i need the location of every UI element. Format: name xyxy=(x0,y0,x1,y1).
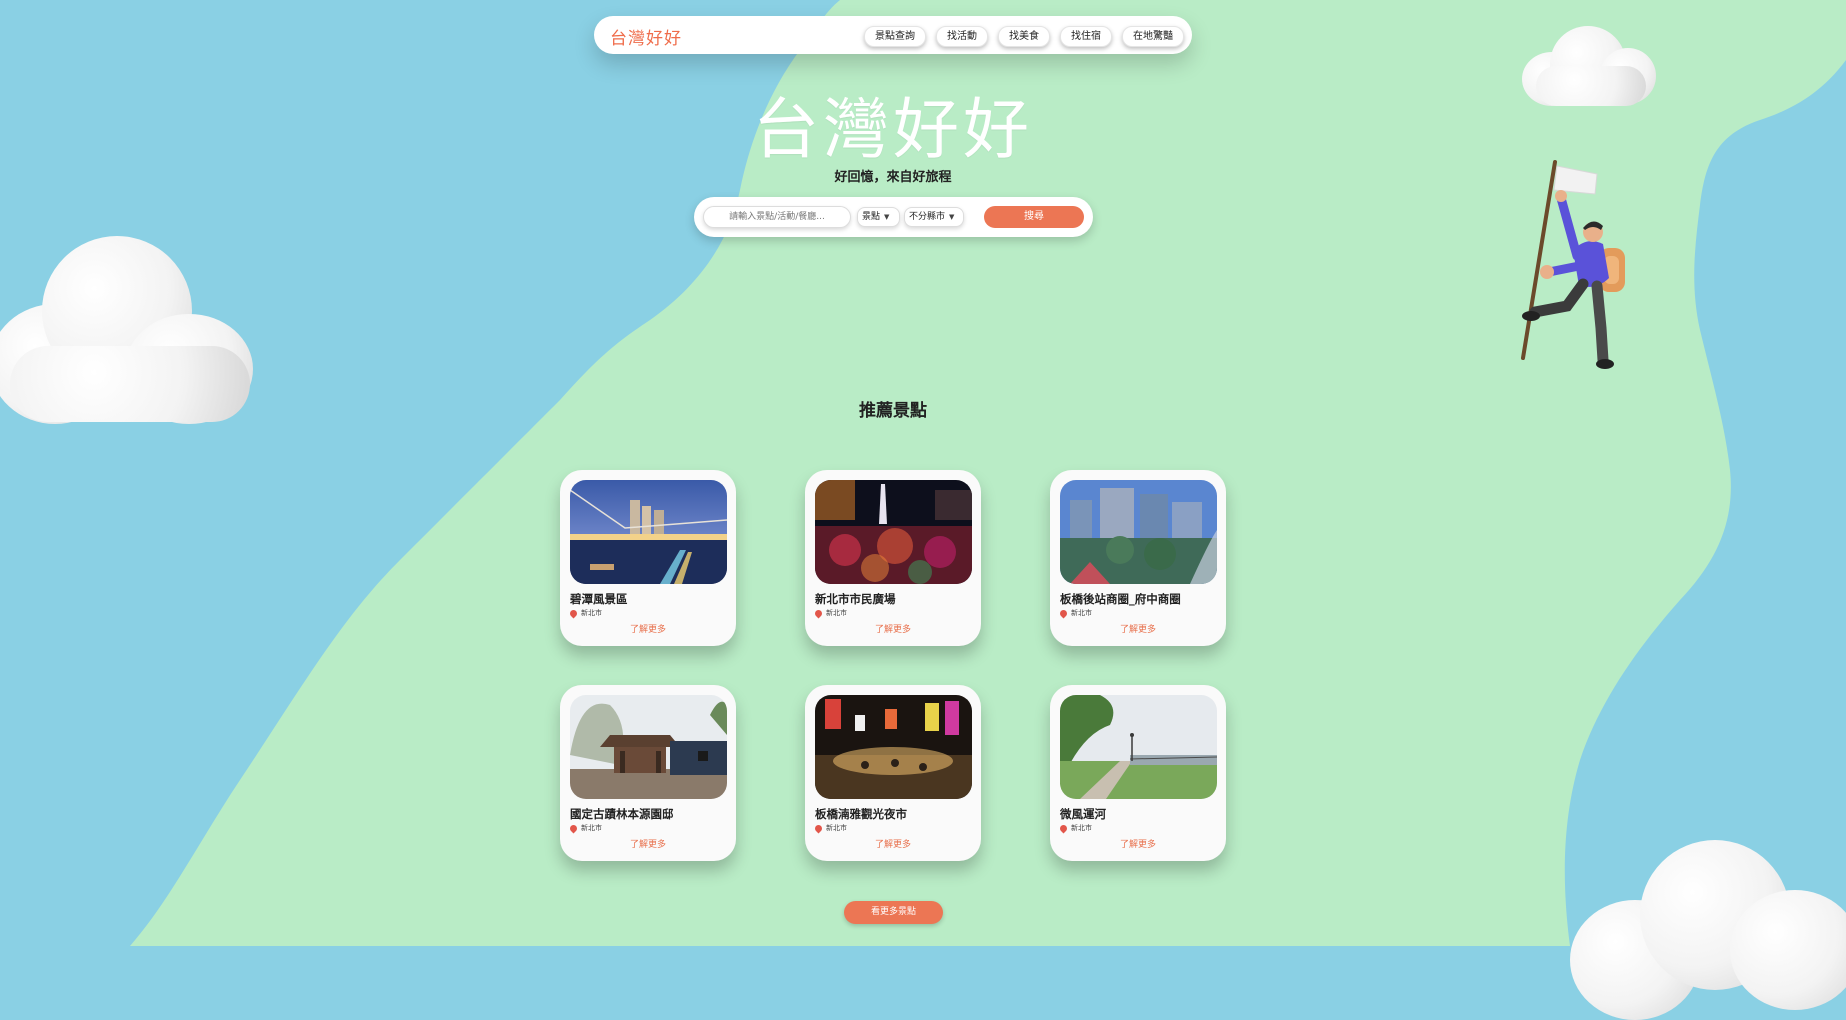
location-pin-icon xyxy=(1058,823,1069,833)
brand-logo[interactable]: 台灣好好 xyxy=(610,24,682,49)
nav-link-attractions[interactable]: 景點查詢 xyxy=(864,26,926,47)
attraction-city: 新北市 xyxy=(1071,824,1092,832)
attraction-name: 國定古蹟林本源園邸 xyxy=(570,807,674,821)
attraction-photo xyxy=(815,480,972,584)
attraction-name: 微風運河 xyxy=(1060,807,1106,821)
nav-link-activities[interactable]: 找活動 xyxy=(936,26,988,47)
attraction-city: 新北市 xyxy=(581,609,602,617)
attraction-location: 新北市 xyxy=(1058,608,1092,618)
category-select[interactable]: 景點 ▼ xyxy=(857,207,900,227)
attraction-photo xyxy=(1060,480,1217,584)
attraction-card[interactable]: 板橋後站商圈_府中商圈 新北市 了解更多 xyxy=(1050,470,1226,646)
attraction-location: 新北市 xyxy=(813,823,847,833)
location-pin-icon xyxy=(568,823,579,833)
nav-link-food[interactable]: 找美食 xyxy=(998,26,1050,47)
hero-subtitle: 好回憶，來自好旅程 xyxy=(834,170,952,185)
attraction-city: 新北市 xyxy=(826,824,847,832)
climber-with-flag-illustration xyxy=(1521,160,1625,369)
learn-more-link[interactable]: 了解更多 xyxy=(805,622,981,635)
attraction-location: 新北市 xyxy=(568,823,602,833)
attraction-location: 新北市 xyxy=(568,608,602,618)
top-navbar: 台灣好好 景點查詢 找活動 找美食 找住宿 在地驚豔 xyxy=(594,16,1192,54)
nav-link-lodging[interactable]: 找住宿 xyxy=(1060,26,1112,47)
learn-more-link[interactable]: 了解更多 xyxy=(560,837,736,850)
city-select-value: 不分縣市 xyxy=(909,212,946,222)
search-input[interactable] xyxy=(703,206,851,228)
location-pin-icon xyxy=(813,823,824,833)
learn-more-link[interactable]: 了解更多 xyxy=(560,622,736,635)
attraction-photo xyxy=(1060,695,1217,799)
location-pin-icon xyxy=(1058,608,1069,618)
attraction-card[interactable]: 新北市市民廣場 新北市 了解更多 xyxy=(805,470,981,646)
nav-links: 景點查詢 找活動 找美食 找住宿 在地驚豔 xyxy=(864,26,1184,47)
location-pin-icon xyxy=(813,608,824,618)
attraction-photo xyxy=(570,695,727,799)
learn-more-link[interactable]: 了解更多 xyxy=(805,837,981,850)
attraction-city: 新北市 xyxy=(826,609,847,617)
hero-title: 台灣好好 xyxy=(753,91,1033,168)
attraction-name: 碧潭風景區 xyxy=(570,592,628,606)
attraction-card[interactable]: 微風運河 新北市 了解更多 xyxy=(1050,685,1226,861)
learn-more-link[interactable]: 了解更多 xyxy=(1050,622,1226,635)
nav-link-local-surprises[interactable]: 在地驚豔 xyxy=(1122,26,1184,47)
attraction-photo xyxy=(815,695,972,799)
chevron-down-icon: ▼ xyxy=(949,213,955,221)
search-bar: 景點▼ 不分縣市▼ 搜尋 xyxy=(694,197,1093,237)
attraction-photo xyxy=(570,480,727,584)
attraction-card[interactable]: 板橋湳雅觀光夜市 新北市 了解更多 xyxy=(805,685,981,861)
cloud-left-icon xyxy=(0,236,265,424)
city-select[interactable]: 不分縣市 ▼ xyxy=(904,207,964,227)
attraction-card[interactable]: 碧潭風景區 新北市 了解更多 xyxy=(560,470,736,646)
attraction-name: 新北市市民廣場 xyxy=(815,592,896,606)
attraction-name: 板橋後站商圈_府中商圈 xyxy=(1060,592,1181,606)
attraction-name: 板橋湳雅觀光夜市 xyxy=(815,807,907,821)
attraction-location: 新北市 xyxy=(813,608,847,618)
chevron-down-icon: ▼ xyxy=(884,213,890,221)
category-select-value: 景點 xyxy=(862,212,881,222)
search-button[interactable]: 搜尋 xyxy=(984,206,1084,228)
location-pin-icon xyxy=(568,608,579,618)
attraction-card[interactable]: 國定古蹟林本源園邸 新北市 了解更多 xyxy=(560,685,736,861)
attraction-location: 新北市 xyxy=(1058,823,1092,833)
attraction-city: 新北市 xyxy=(1071,609,1092,617)
learn-more-link[interactable]: 了解更多 xyxy=(1050,837,1226,850)
view-more-attractions-button[interactable]: 看更多景點 xyxy=(844,901,943,924)
cloud-bottom-right-icon xyxy=(1570,840,1846,1020)
section-title-recommended: 推薦景點 xyxy=(859,401,927,421)
attraction-city: 新北市 xyxy=(581,824,602,832)
